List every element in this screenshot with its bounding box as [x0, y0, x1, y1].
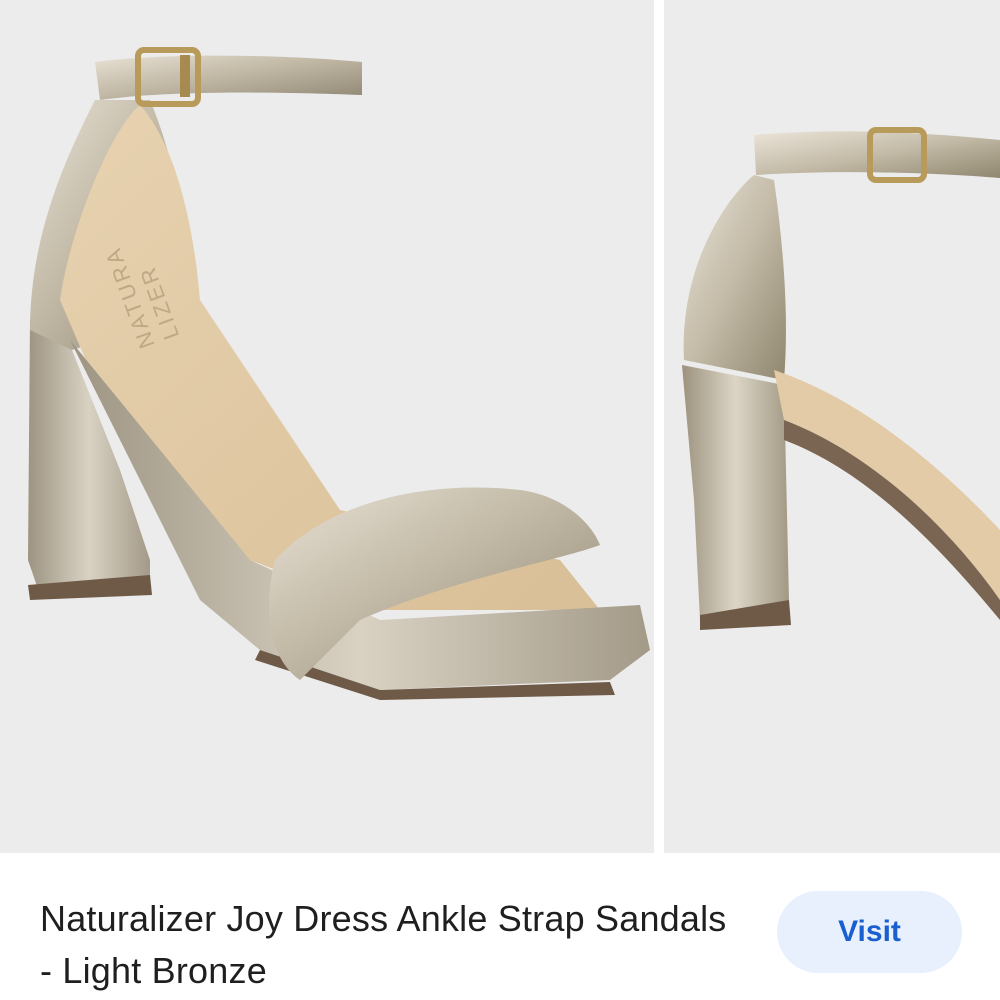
sandal-main-illustration: NATURA LIZER	[28, 47, 650, 700]
product-image-main[interactable]: NATURA LIZER	[0, 0, 654, 853]
product-title[interactable]: Naturalizer Joy Dress Ankle Strap Sandal…	[40, 893, 740, 997]
image-gallery: NATURA LIZER	[0, 0, 1000, 853]
product-image-secondary[interactable]	[664, 0, 1000, 853]
sandal-heel-illustration	[682, 127, 1000, 630]
visit-button[interactable]: Visit	[777, 891, 962, 973]
